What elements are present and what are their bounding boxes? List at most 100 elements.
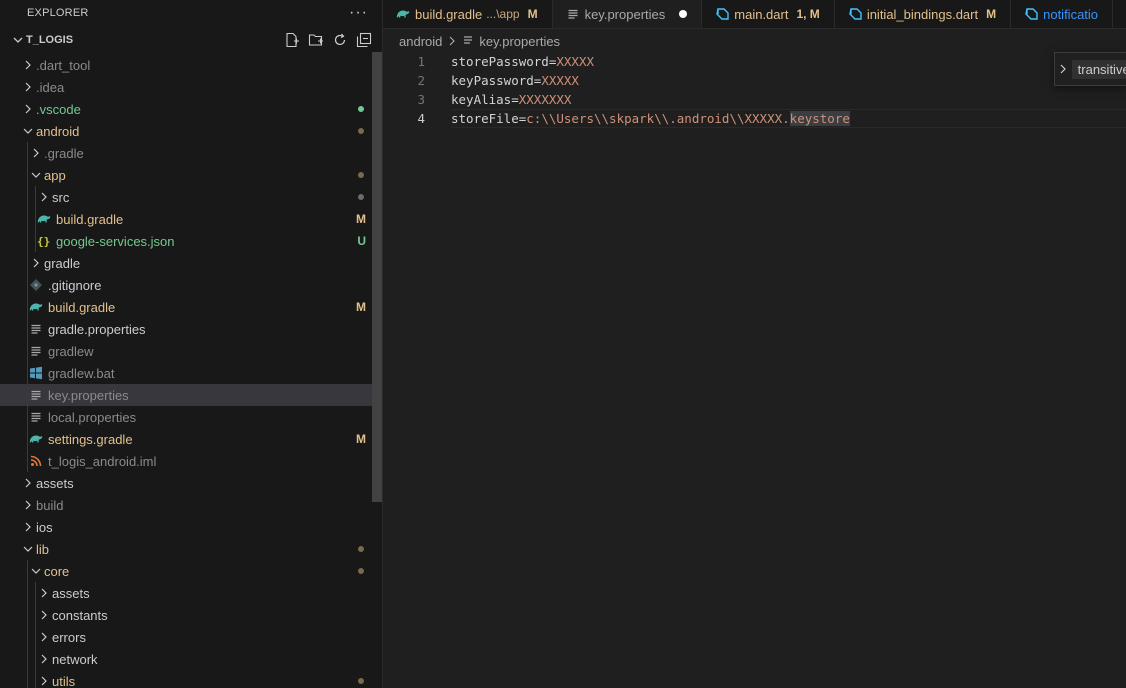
project-root[interactable]: T_LOGIS [0, 26, 382, 54]
sidebar-scrollbar[interactable] [372, 52, 382, 502]
tree-item-label: lib [36, 541, 50, 557]
editor-tab[interactable]: key.properties [552, 0, 703, 28]
new-folder-icon[interactable] [306, 30, 326, 50]
new-file-icon[interactable] [282, 30, 302, 50]
folder-item[interactable]: utils [0, 670, 382, 688]
line-text: keyPassword=XXXXX [451, 71, 579, 90]
git-status-badge: M [356, 432, 366, 446]
chevron-right-icon [36, 582, 52, 604]
tree-item-label: assets [36, 475, 74, 491]
tree-item-label: local.properties [48, 409, 137, 425]
code-line[interactable]: 2 keyPassword=XXXXX [383, 71, 1126, 90]
lines-icon [28, 406, 44, 428]
folder-item[interactable]: build [0, 494, 382, 516]
folder-item[interactable]: .dart_tool [0, 54, 382, 76]
code-line[interactable]: 1 storePassword=XXXXX [383, 52, 1126, 71]
more-actions-icon[interactable]: ··· [349, 4, 368, 22]
folder-item[interactable]: .gradle [0, 142, 382, 164]
explorer-title: EXPLORER [27, 7, 89, 19]
folder-item[interactable]: gradle [0, 252, 382, 274]
tree-item-label: android [36, 123, 80, 139]
dart-icon [847, 7, 863, 21]
tree-item-label: build.gradle [56, 211, 124, 227]
highlighted-word: keystore [789, 111, 850, 126]
folder-item[interactable]: network [0, 648, 382, 670]
windows-icon [28, 362, 44, 384]
chevron-right-icon [36, 186, 52, 208]
folder-item[interactable]: .idea [0, 76, 382, 98]
tab-label: build.gradle [415, 6, 483, 22]
file-item[interactable]: .gitignore [0, 274, 382, 296]
folder-item[interactable]: assets [0, 582, 382, 604]
folder-item[interactable]: core [0, 560, 382, 582]
code-line[interactable]: 3 keyAlias=XXXXXXX [383, 90, 1126, 109]
line-number: 1 [417, 54, 425, 69]
folder-item[interactable]: src [0, 186, 382, 208]
file-item[interactable]: gradlew [0, 340, 382, 362]
gradle-icon [395, 7, 411, 21]
git-status-badge: U [357, 234, 366, 248]
breadcrumb-folder[interactable]: android [399, 34, 442, 49]
tree-item-label: build.gradle [48, 299, 116, 315]
chevron-right-icon [36, 670, 52, 688]
line-text: keyAlias=XXXXXXX [451, 90, 571, 109]
collapse-all-icon[interactable] [354, 30, 374, 50]
git-status-dot [358, 546, 364, 552]
folder-item[interactable]: assets [0, 472, 382, 494]
file-tree: .dart_tool .idea .vscode android .gradle app s… [0, 54, 382, 688]
folder-item[interactable]: lib [0, 538, 382, 560]
peek-label: transitive [1071, 59, 1126, 79]
folder-item[interactable]: constants [0, 604, 382, 626]
folder-item[interactable]: ios [0, 516, 382, 538]
breadcrumb-file[interactable]: key.properties [479, 34, 560, 49]
editor-tab[interactable]: notificatio [1011, 0, 1114, 28]
folder-item[interactable]: android [0, 120, 382, 142]
tree-item-label: gradle [44, 255, 81, 271]
tree-item-label: google-services.json [56, 233, 175, 249]
rss-icon [28, 450, 44, 472]
chevron-down-icon [20, 120, 36, 142]
code-line[interactable]: 4 storeFile=c:\\Users\\skpark\\.android\\… [383, 109, 1126, 128]
chevron-right-icon[interactable] [1055, 64, 1072, 74]
property-key: keyAlias [451, 92, 512, 107]
equals-sign: = [511, 92, 519, 107]
property-value: c:\\Users\\skpark\\.android\\XXXXX. [526, 111, 790, 126]
unsaved-dot-icon[interactable] [679, 10, 688, 18]
chevron-right-icon [20, 76, 36, 98]
file-item[interactable]: key.properties [0, 384, 382, 406]
tree-item-label: build [36, 497, 64, 513]
tab-label: key.properties [584, 6, 666, 22]
indent-guide [27, 142, 28, 472]
svg-text:{}: {} [37, 235, 50, 248]
property-value: XXXXX [556, 54, 595, 69]
folder-item[interactable]: .vscode [0, 98, 382, 120]
git-icon [28, 274, 44, 296]
tree-item-label: .idea [36, 79, 65, 95]
folder-item[interactable]: app [0, 164, 382, 186]
code-editor[interactable]: 1 storePassword=XXXXX 2 keyPassword=XXXXX 3 k… [383, 52, 1126, 688]
project-name: T_LOGIS [26, 34, 74, 46]
editor-tab[interactable]: build.gradle ...\app M [383, 0, 553, 28]
file-item[interactable]: settings.gradle M [0, 428, 382, 450]
tab-status-badge: M [527, 7, 538, 21]
editor-tab[interactable]: initial_bindings.dart M [835, 0, 1012, 28]
file-item[interactable]: gradlew.bat [0, 362, 382, 384]
file-item[interactable]: {} google-services.json U [0, 230, 382, 252]
tree-item-label: src [52, 189, 70, 205]
editor-tab[interactable]: main.dart 1, M [702, 0, 835, 28]
file-item[interactable]: gradle.properties [0, 318, 382, 340]
chevron-down-icon [10, 34, 26, 46]
file-item[interactable]: build.gradle M [0, 296, 382, 318]
folder-item[interactable]: errors [0, 626, 382, 648]
chevron-right-icon [20, 54, 36, 76]
file-item[interactable]: local.properties [0, 406, 382, 428]
tree-item-label: settings.gradle [48, 431, 133, 447]
refresh-icon[interactable] [330, 30, 350, 50]
file-item[interactable]: build.gradle M [0, 208, 382, 230]
peek-widget[interactable]: transitive [1054, 52, 1126, 86]
file-item[interactable]: t_logis_android.iml [0, 450, 382, 472]
lines-icon [565, 8, 581, 20]
dart-icon [714, 7, 730, 21]
tree-item-label: gradle.properties [48, 321, 146, 337]
tab-label: initial_bindings.dart [866, 6, 979, 22]
